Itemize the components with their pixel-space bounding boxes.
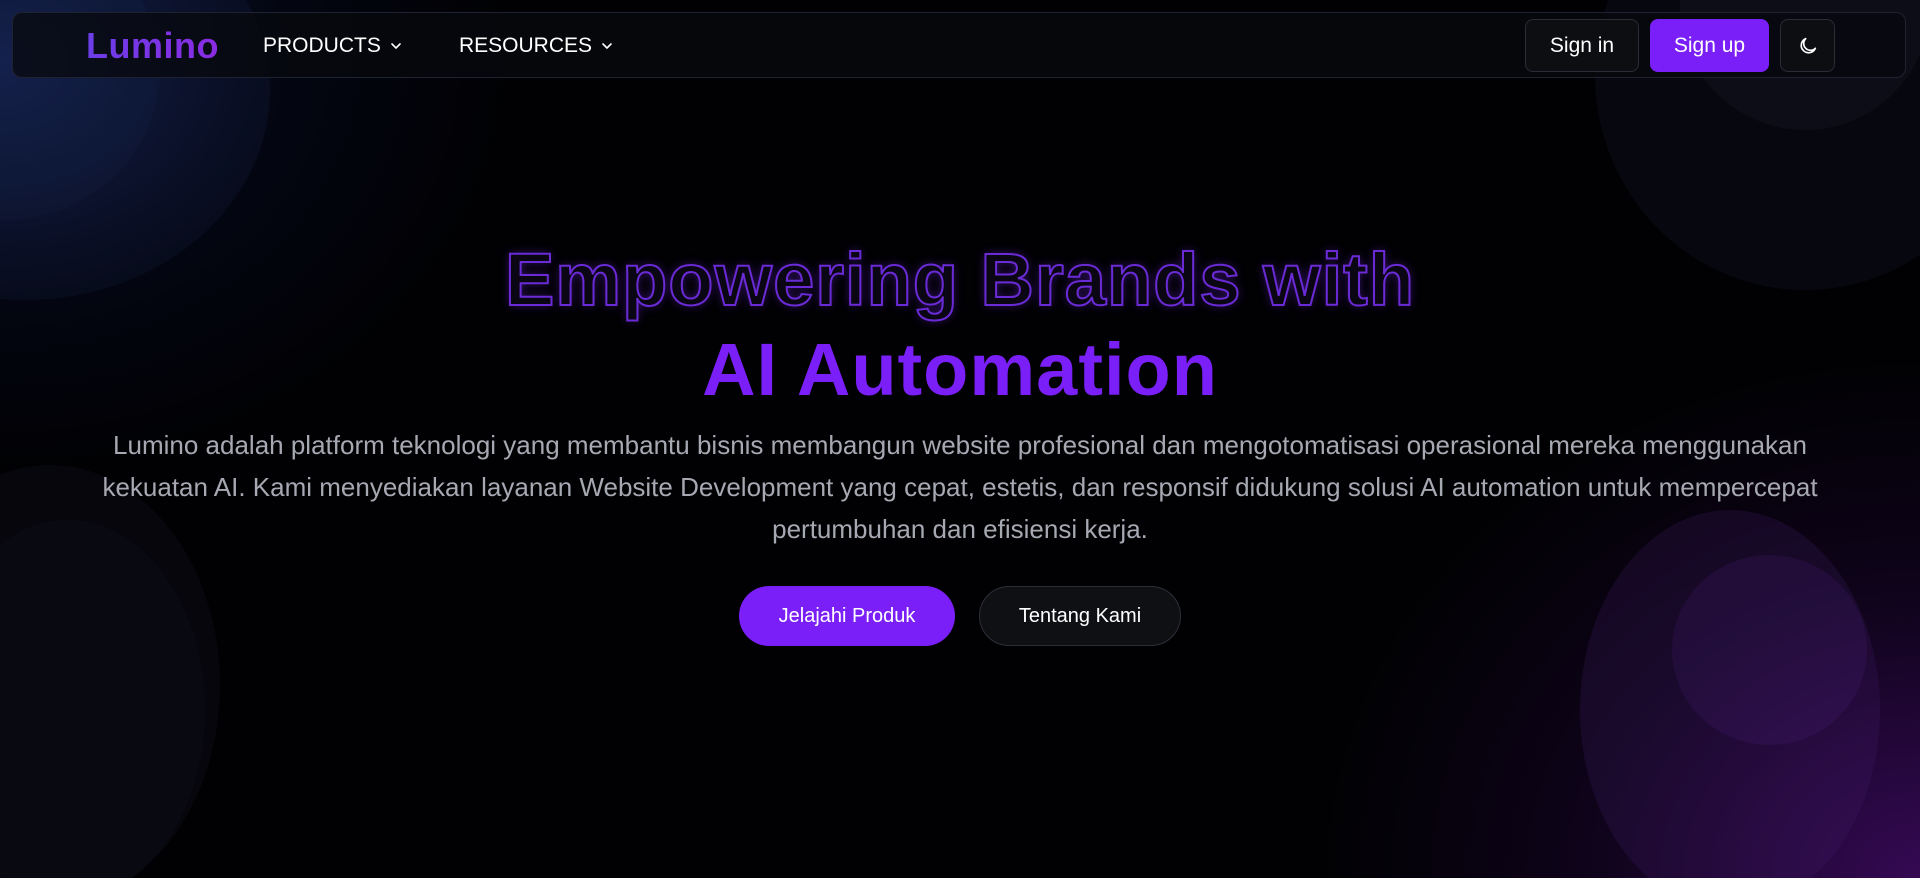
brand-logo[interactable]: Lumino (86, 25, 219, 67)
background-orb (0, 520, 205, 878)
moon-icon (1799, 37, 1816, 54)
top-navbar: Lumino PRODUCTS RESOURCES Sign in Sign u… (12, 12, 1906, 78)
landing-page: Lumino PRODUCTS RESOURCES Sign in Sign u… (0, 0, 1920, 878)
hero-title-line1: Empowering Brands with (504, 237, 1416, 322)
theme-toggle-button[interactable] (1780, 19, 1835, 72)
chevron-down-icon (391, 43, 401, 49)
background-orb (1672, 555, 1867, 745)
about-us-button[interactable]: Tentang Kami (979, 586, 1181, 646)
chevron-down-icon (602, 43, 612, 49)
sign-up-button[interactable]: Sign up (1650, 19, 1769, 72)
sign-in-button[interactable]: Sign in (1525, 19, 1639, 72)
hero-title-line2: AI Automation (702, 328, 1218, 411)
nav-resources-menu[interactable]: RESOURCES (459, 33, 614, 59)
background-orb (1580, 510, 1880, 878)
nav-products-menu[interactable]: PRODUCTS (263, 33, 403, 59)
explore-products-button[interactable]: Jelajahi Produk (739, 586, 955, 646)
hero-description: Lumino adalah platform teknologi yang me… (102, 430, 1818, 544)
nav-resources-label: RESOURCES (459, 34, 593, 57)
nav-products-label: PRODUCTS (263, 34, 381, 57)
